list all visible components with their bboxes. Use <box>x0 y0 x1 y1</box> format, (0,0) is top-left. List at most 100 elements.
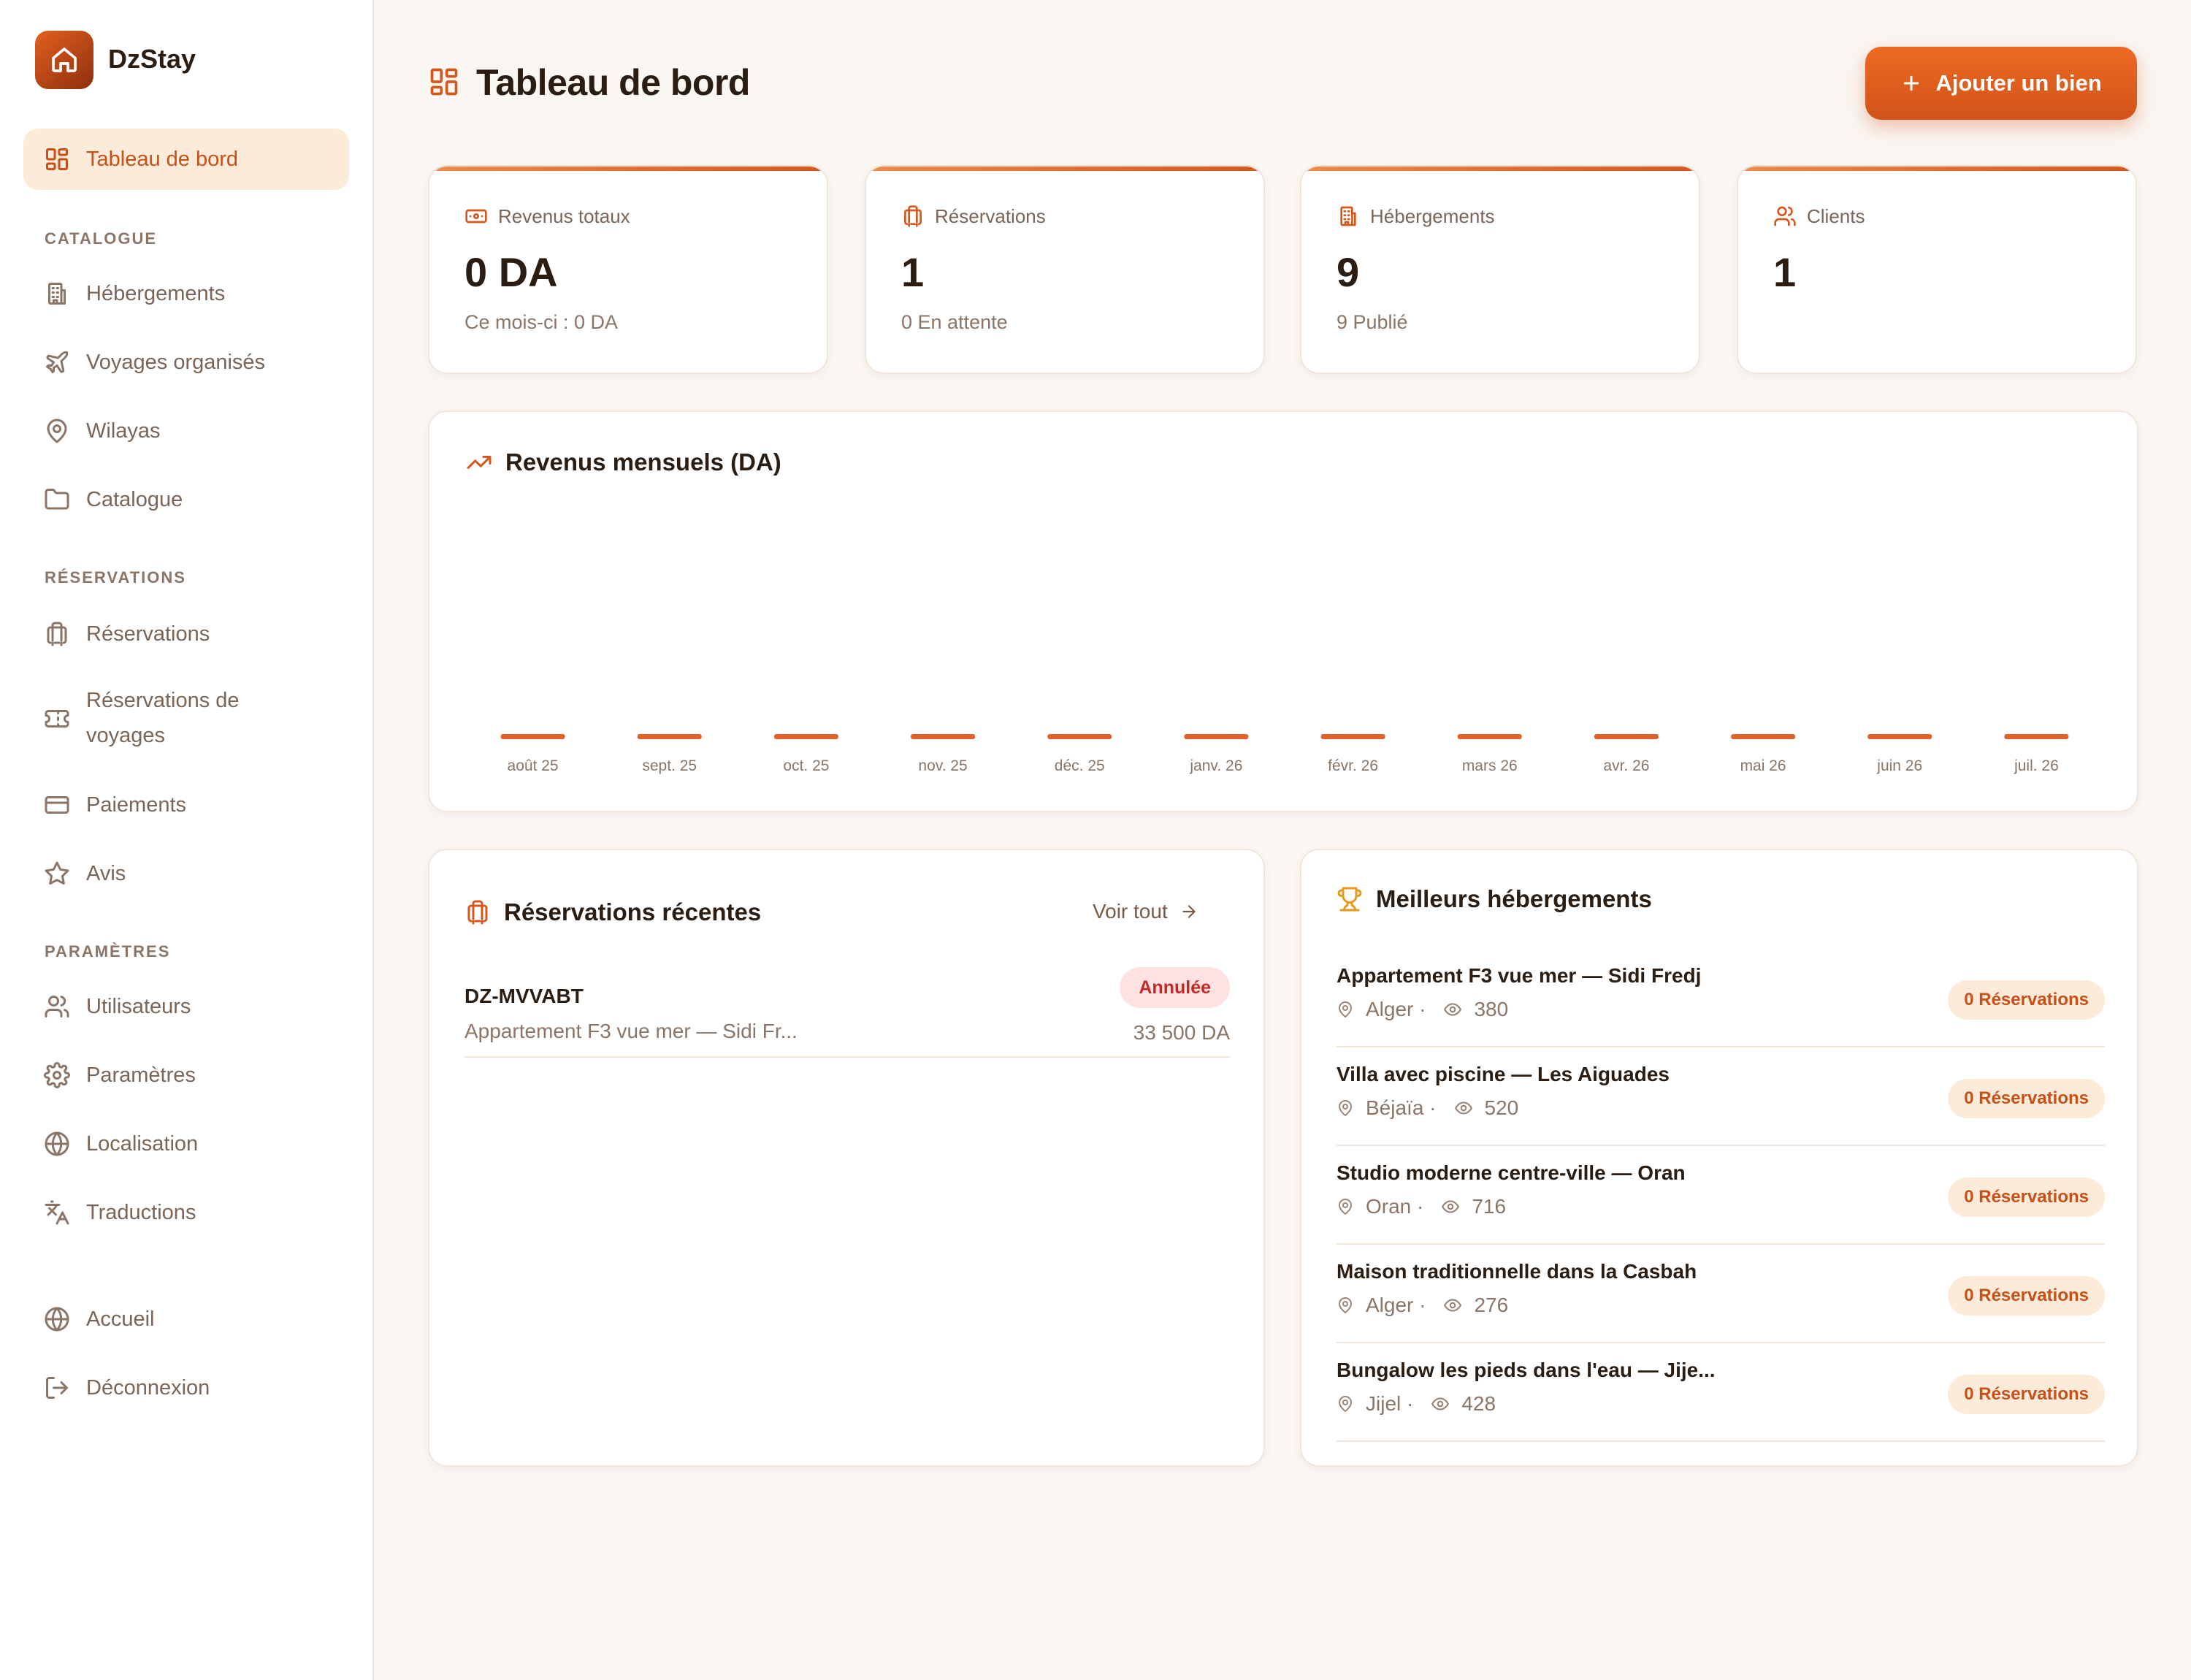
eye-icon <box>1442 1200 1460 1213</box>
stat-card-revenue: Revenus totaux 0 DA Ce mois-ci : 0 DA <box>428 165 828 374</box>
sidebar-item-parametres[interactable]: Paramètres <box>23 1045 349 1106</box>
chart-bar <box>1457 734 1522 739</box>
sidebar-item-label: Traductions <box>86 1200 196 1224</box>
sidebar-item-label: Tableau de bord <box>86 147 238 171</box>
chart-x-tick-label: févr. 26 <box>1328 757 1378 774</box>
plus-icon <box>1904 75 1919 91</box>
chart-x-tick-label: sept. 25 <box>642 757 697 774</box>
sidebar-item-label: Accueil <box>86 1307 155 1331</box>
eye-icon <box>1454 1101 1472 1115</box>
sidebar-item-label: Catalogue <box>86 487 183 511</box>
sidebar-item-label: Déconnexion <box>86 1375 210 1400</box>
map-pin-icon <box>1339 1396 1352 1412</box>
gear-icon <box>44 1062 70 1088</box>
globe-icon <box>45 1307 69 1332</box>
brand-name: DzStay <box>108 44 196 74</box>
chart-x-tick-label: mars 26 <box>1462 757 1518 774</box>
globe-icon <box>45 1131 69 1156</box>
recent-reservations-card: Réservations récentes Voir tout DZ-MVVAB… <box>428 849 1265 1467</box>
chart-x-tick-label: janv. 26 <box>1189 757 1242 774</box>
sidebar-item-label: Hébergements <box>86 281 226 305</box>
sidebar-item-traductions[interactable]: Traductions <box>23 1182 349 1243</box>
logout-icon <box>46 1377 68 1399</box>
reservation-property: Appartement F3 vue mer — Sidi Fr... <box>464 1020 798 1042</box>
sidebar-item-label: Utilisateurs <box>86 994 191 1018</box>
best-property-row[interactable]: Villa avec piscine — Les Aiguades Béjaïa … <box>1337 1048 2105 1146</box>
stat-subtext: 0 En attente <box>901 311 1008 333</box>
stat-value: 0 DA <box>464 249 558 295</box>
reservations-badge: 0 Réservations <box>1948 980 2105 1020</box>
sidebar-item-hebergements[interactable]: Hébergements <box>23 263 349 324</box>
property-name: Bungalow les pieds dans l'eau — Jije... <box>1337 1359 1716 1381</box>
property-city: Béjaïa · <box>1366 1096 1437 1119</box>
chart-bar <box>1867 734 1932 739</box>
chart-x-tick-label: déc. 25 <box>1055 757 1105 774</box>
best-property-row[interactable]: Bungalow les pieds dans l'eau — Jije... J… <box>1337 1344 2105 1442</box>
stat-card-reservations: Réservations 1 0 En attente <box>865 165 1265 374</box>
chart-bar <box>773 734 838 739</box>
building-icon <box>1340 206 1356 226</box>
revenue-chart: août 25 sept. 25 oct. 25 nov. 25 déc. 25 janv… <box>500 734 2069 774</box>
stat-value: 1 <box>1773 249 1797 295</box>
sidebar-item-label: Avis <box>86 861 126 885</box>
folder-icon <box>45 489 69 510</box>
chart-x-tick-label: mai 26 <box>1740 757 1786 774</box>
map-pin-icon <box>1339 1100 1352 1116</box>
panel-title: Réservations récentes <box>504 898 762 925</box>
stat-label: Revenus totaux <box>498 205 630 227</box>
property-meta: Alger · 380 <box>1337 998 1508 1021</box>
panel-title: Meilleurs hébergements <box>1376 885 1652 912</box>
best-properties-card: Meilleurs hébergements Appartement F3 vu… <box>1300 849 2138 1467</box>
sidebar-item-reservations-voyages[interactable]: Réservations de voyages <box>23 675 349 763</box>
chart-bar <box>1047 734 1112 739</box>
add-property-button[interactable]: Ajouter un bien <box>1865 47 2137 120</box>
property-views: 428 <box>1461 1392 1496 1415</box>
section-label-parametres: PARAMÈTRES <box>45 942 171 961</box>
reservations-badge: 0 Réservations <box>1948 1276 2105 1316</box>
chart-bar <box>1594 734 1659 739</box>
chart-bar <box>1184 734 1249 739</box>
sidebar-item-avis[interactable]: Avis <box>23 843 349 904</box>
dashboard-icon <box>46 148 68 170</box>
add-property-label: Ajouter un bien <box>1935 70 2102 96</box>
map-pin-icon <box>1339 1297 1352 1313</box>
users-icon <box>45 996 69 1017</box>
trophy-icon <box>1337 887 1362 912</box>
star-icon <box>45 861 69 885</box>
luggage-icon <box>47 622 67 646</box>
users-icon <box>1774 206 1796 226</box>
best-property-row[interactable]: Maison traditionnelle dans la Casbah Alge… <box>1337 1245 2105 1343</box>
section-label-reservations: RÉSERVATIONS <box>45 568 186 587</box>
sidebar-item-voyages[interactable]: Voyages organisés <box>23 332 349 393</box>
chart-bar <box>500 734 565 739</box>
sidebar-item-reservations[interactable]: Réservations <box>23 603 349 665</box>
best-property-row[interactable]: Appartement F3 vue mer — Sidi Fredj Alger… <box>1337 950 2105 1047</box>
sidebar-item-localisation[interactable]: Localisation <box>23 1113 349 1175</box>
see-all-label: Voir tout <box>1093 900 1168 923</box>
property-name: Appartement F3 vue mer — Sidi Fredj <box>1337 964 1702 987</box>
sidebar-item-utilisateurs[interactable]: Utilisateurs <box>23 976 349 1037</box>
sidebar-item-accueil[interactable]: Accueil <box>23 1288 349 1350</box>
property-name: Maison traditionnelle dans la Casbah <box>1337 1260 1697 1283</box>
chart-bar <box>911 734 976 739</box>
page-title: Tableau de bord <box>476 62 750 103</box>
property-city: Alger · <box>1366 998 1426 1020</box>
map-pin-icon <box>1339 1199 1352 1215</box>
sidebar-item-wilayas[interactable]: Wilayas <box>23 400 349 462</box>
sidebar-item-dashboard[interactable]: Tableau de bord <box>23 129 349 190</box>
see-all-link[interactable]: Voir tout <box>1093 900 1198 923</box>
sidebar-item-catalogue[interactable]: Catalogue <box>23 469 349 530</box>
plane-icon <box>46 351 69 373</box>
eye-icon <box>1444 1003 1462 1016</box>
sidebar-item-paiements[interactable]: Paiements <box>23 774 349 836</box>
chart-x-tick-label: nov. 25 <box>918 757 967 774</box>
sidebar-item-label: Réservations <box>86 622 210 646</box>
property-meta: Alger · 276 <box>1337 1294 1508 1317</box>
best-property-row[interactable]: Studio moderne centre-ville — Oran Oran ·… <box>1337 1147 2105 1245</box>
reservation-row[interactable]: DZ-MVVABT Appartement F3 vue mer — Sidi … <box>464 967 1230 1058</box>
stat-subtext: 9 Publié <box>1337 311 1408 333</box>
chart-x-tick-label: avr. 26 <box>1603 757 1649 774</box>
sidebar-item-deconnexion[interactable]: Déconnexion <box>23 1357 349 1419</box>
luggage-icon <box>467 900 488 925</box>
logo[interactable] <box>35 31 93 89</box>
